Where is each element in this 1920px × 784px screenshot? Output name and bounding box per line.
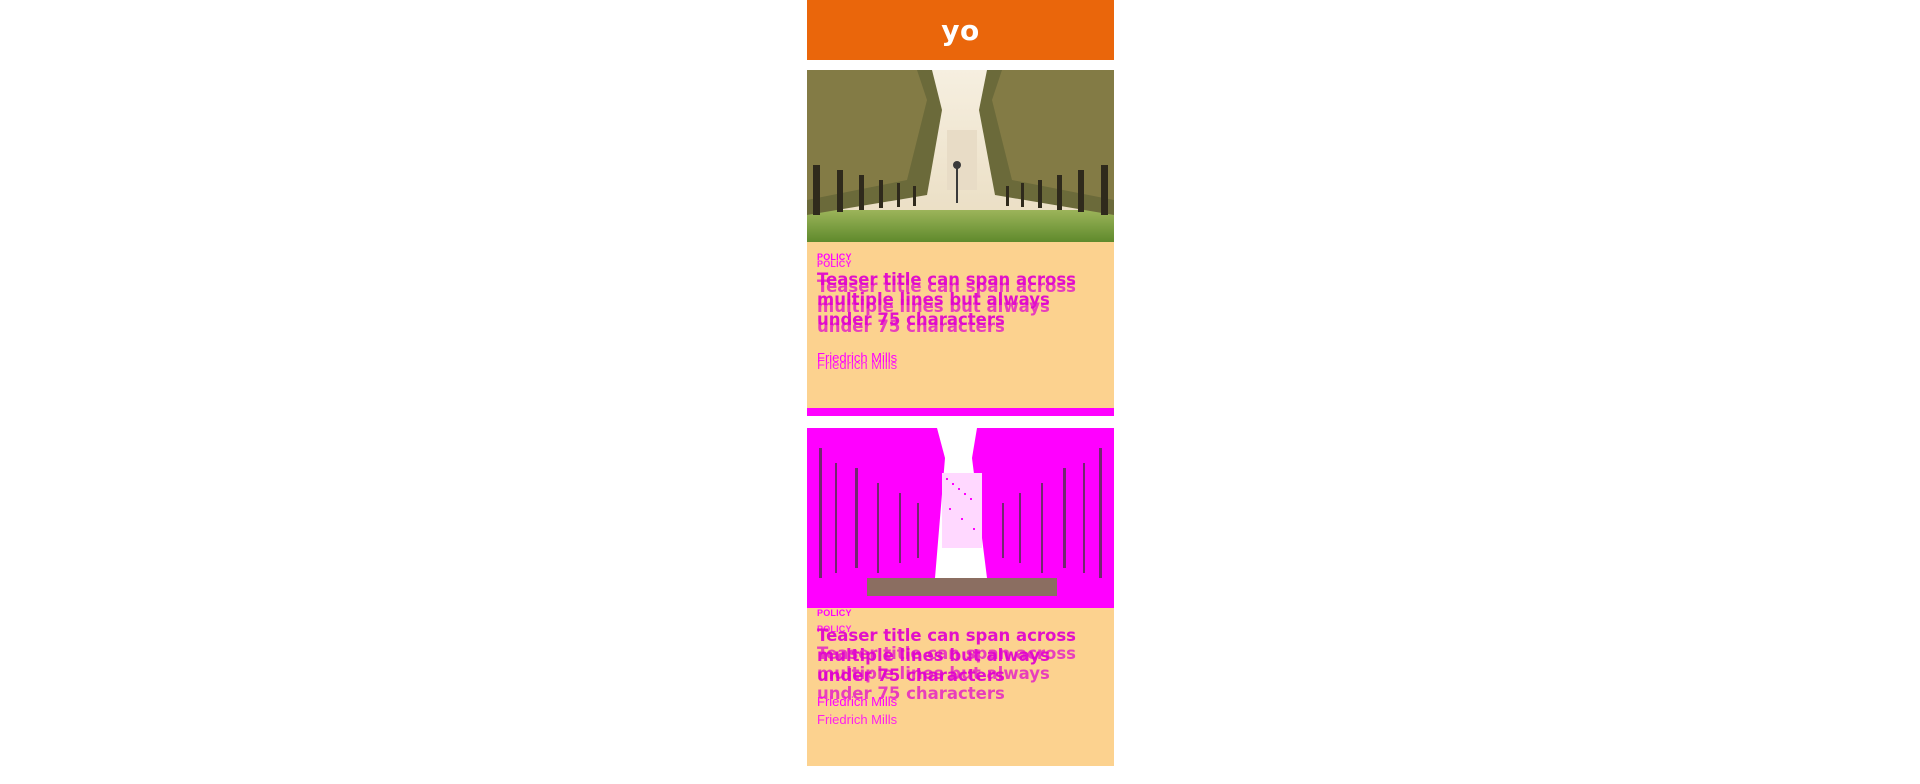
teaser-body-1: POLICY POLICY Teaser title can span acro… [807,242,1114,408]
teaser-image-2[interactable] [807,428,1114,608]
divider-bar [807,408,1114,416]
palm-avenue-photo [807,70,1114,242]
site-title: yo [941,13,980,47]
author-name[interactable]: Friedrich Mills [817,694,897,709]
category-label-ghost: POLICY [817,259,852,269]
page: yo POLICY POLICY Teaser title can span a… [0,0,1920,784]
palm-avenue-photo-magenta [807,428,1114,608]
author-name-ghost: Friedrich Mills [817,357,898,372]
site-header: yo [807,0,1114,60]
teaser-title-ghost: Teaser title can span across multiple li… [817,277,1076,336]
category-label[interactable]: POLICY [817,608,852,618]
teaser-image-1[interactable] [807,70,1114,242]
teaser-card-1[interactable]: POLICY POLICY Teaser title can span acro… [807,70,1114,408]
teaser-card-2[interactable]: POLICY POLICY Teaser title can span acro… [807,428,1114,766]
author-name-ghost: Friedrich Mills [817,712,898,727]
teaser-body-2: POLICY POLICY Teaser title can span acro… [807,608,1114,766]
